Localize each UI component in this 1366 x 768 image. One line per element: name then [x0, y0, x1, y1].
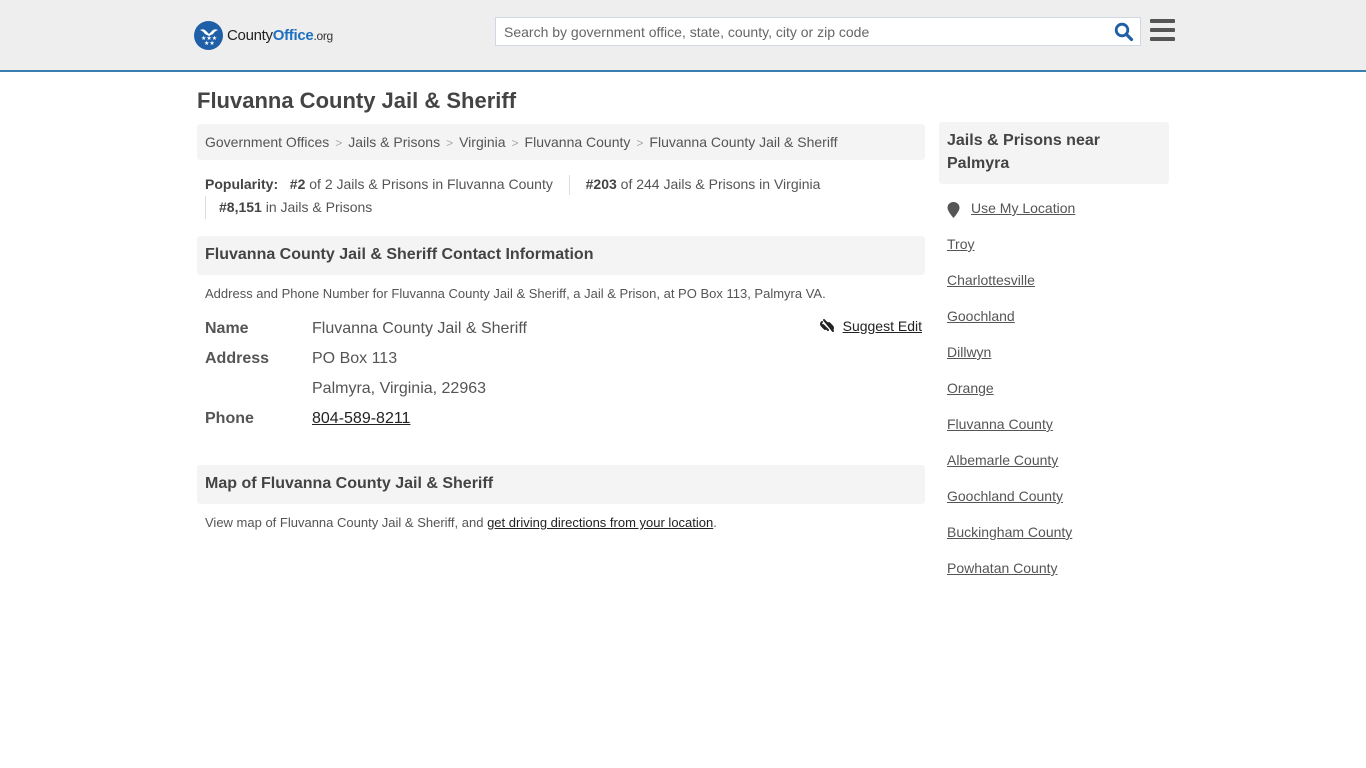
breadcrumb-item[interactable]: Government Offices [205, 134, 329, 150]
page-title: Fluvanna County Jail & Sheriff [197, 88, 517, 113]
breadcrumb-separator: > [446, 136, 454, 150]
nearby-link-buckingham-county[interactable]: Buckingham County [947, 524, 1072, 540]
eagle-logo-icon: ★★★ ★★ [194, 20, 223, 50]
divider [568, 175, 570, 196]
contact-heading: Fluvanna County Jail & Sheriff Contact I… [197, 236, 925, 275]
map-section: Map of Fluvanna County Jail & Sheriff Vi… [197, 465, 925, 530]
sidebar-heading: Jails & Prisons near Palmyra [939, 122, 1169, 184]
map-pin-icon [947, 202, 960, 218]
name-row: Name Fluvanna County Jail & Sheriff [205, 314, 917, 344]
breadcrumb-item-current[interactable]: Fluvanna County Jail & Sheriff [649, 134, 837, 150]
nearby-link-goochland-county[interactable]: Goochland County [947, 488, 1063, 504]
nearby-link-charlottesville[interactable]: Charlottesville [947, 272, 1035, 288]
nearby-link-orange[interactable]: Orange [947, 380, 994, 396]
nearby-link-fluvanna-county[interactable]: Fluvanna County [947, 416, 1053, 432]
search-input[interactable] [496, 18, 1096, 45]
nearby-link-troy[interactable]: Troy [947, 236, 974, 252]
map-heading: Map of Fluvanna County Jail & Sheriff [197, 465, 925, 504]
address-row-2: Palmyra, Virginia, 22963 [205, 374, 917, 404]
contact-details: Suggest Edit Name Fluvanna County Jail &… [197, 314, 925, 434]
site-header: ★★★ ★★ CountyOffice.org [0, 0, 1366, 72]
breadcrumb-separator: > [636, 136, 644, 150]
breadcrumb-item[interactable]: Jails & Prisons [348, 134, 440, 150]
svg-text:★★: ★★ [204, 40, 215, 46]
address-label: Address [205, 350, 270, 367]
use-my-location-link[interactable]: Use My Location [971, 200, 1075, 216]
nearby-link-dillwyn[interactable]: Dillwyn [947, 344, 991, 360]
use-location-item: Use My Location [947, 200, 1169, 236]
driving-directions-link[interactable]: get driving directions from your locatio… [487, 515, 713, 530]
address-line1: PO Box 113 [312, 350, 398, 367]
nearby-item: Troy [947, 236, 1169, 272]
breadcrumb: Government Offices > Jails & Prisons > Virgi… [197, 124, 925, 160]
name-value: Fluvanna County Jail & Sheriff [312, 320, 527, 337]
nearby-list: Use My Location Troy Charlottesville Goo… [939, 200, 1169, 596]
name-label: Name [205, 320, 249, 337]
phone-link[interactable]: 804-589-8211 [312, 410, 410, 427]
breadcrumb-item[interactable]: Virginia [459, 134, 505, 150]
nearby-item: Dillwyn [947, 344, 1169, 380]
sidebar: Jails & Prisons near Palmyra Use My Loca… [939, 122, 1169, 596]
breadcrumb-separator: > [511, 136, 519, 150]
popularity: Popularity: #2 of 2 Jails & Prisons in F… [197, 173, 925, 219]
site-logo[interactable]: ★★★ ★★ CountyOffice.org [194, 20, 333, 50]
nearby-item: Albemarle County [947, 452, 1169, 488]
nearby-item: Buckingham County [947, 524, 1169, 560]
nearby-link-goochland[interactable]: Goochland [947, 308, 1015, 324]
contact-description: Address and Phone Number for Fluvanna Co… [205, 286, 826, 301]
popularity-national: #8,151 in Jails & Prisons [205, 196, 925, 219]
nearby-item: Charlottesville [947, 272, 1169, 308]
popularity-label: Popularity: [205, 176, 279, 192]
nearby-item: Fluvanna County [947, 416, 1169, 452]
nearby-item: Orange [947, 380, 1169, 416]
popularity-county: #2 of 2 Jails & Prisons in Fluvanna Coun… [289, 176, 553, 192]
breadcrumb-separator: > [335, 136, 343, 150]
nearby-item: Goochland [947, 308, 1169, 344]
broken-link-icon [819, 319, 834, 332]
phone-label: Phone [205, 410, 254, 427]
breadcrumb-item[interactable]: Fluvanna County [525, 134, 631, 150]
nearby-item: Powhatan County [947, 560, 1169, 596]
popularity-state: #203 of 244 Jails & Prisons in Virginia [585, 176, 821, 192]
search-box [495, 17, 1141, 46]
contact-section: Fluvanna County Jail & Sheriff Contact I… [197, 236, 925, 434]
nearby-link-albemarle-county[interactable]: Albemarle County [947, 452, 1058, 468]
address-row: Address PO Box 113 [205, 344, 917, 374]
search-icon[interactable] [1114, 22, 1134, 42]
nearby-link-powhatan-county[interactable]: Powhatan County [947, 560, 1058, 576]
suggest-edit-link[interactable]: Suggest Edit [819, 318, 922, 334]
map-description: View map of Fluvanna County Jail & Sheri… [205, 515, 717, 530]
logo-text: CountyOffice.org [227, 26, 333, 44]
address-line2: Palmyra, Virginia, 22963 [312, 380, 487, 397]
hamburger-menu-icon[interactable] [1150, 19, 1175, 43]
main-content: Government Offices > Jails & Prisons > Virgi… [197, 124, 925, 530]
phone-row: Phone 804-589-8211 [205, 404, 917, 434]
nearby-item: Goochland County [947, 488, 1169, 524]
